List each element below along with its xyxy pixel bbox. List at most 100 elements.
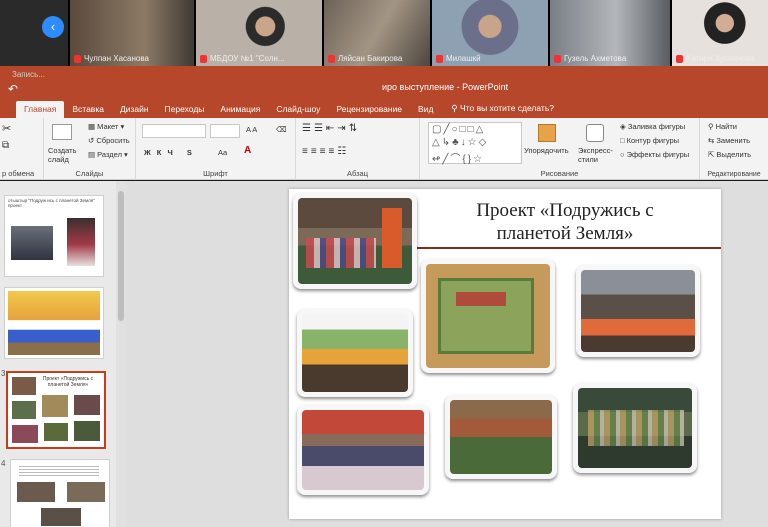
slide-thumbnail[interactable] — [4, 287, 104, 359]
copy-icon[interactable]: ⧉ — [2, 140, 9, 151]
slide-title[interactable]: Проект «Подружись с планетой Земля» — [415, 199, 715, 245]
photo-garden-beds — [578, 388, 692, 468]
slide-photo[interactable] — [573, 383, 697, 473]
photo-garden-display — [302, 314, 408, 392]
slides-group: Создать слайд ▦ Макет ▾ ↺ Сбросить ▤ Раз… — [44, 118, 136, 180]
tell-me-label: Что вы хотите сделать? — [460, 103, 554, 113]
align-icons[interactable]: ≡≡≡≡☷ — [302, 146, 349, 157]
layout-button[interactable]: ▦ Макет ▾ — [88, 122, 124, 131]
thumbnail-image — [11, 226, 53, 260]
photo-children-group — [302, 410, 424, 490]
participant-tile[interactable]: Ляйсан Бакирова — [324, 0, 432, 66]
back-arrow-icon[interactable]: ‹ — [42, 16, 64, 38]
quick-styles-button[interactable]: Экспресс-стили — [578, 146, 618, 164]
mic-muted-icon — [74, 55, 81, 63]
thumbnail-image — [74, 395, 100, 415]
thumbnail-image — [67, 482, 105, 502]
mic-muted-icon — [328, 55, 335, 63]
shapes-icons: △↳♣↓☆◇ — [432, 137, 489, 148]
tab-home[interactable]: Главная — [16, 101, 65, 118]
arrange-button[interactable]: Упорядочить — [524, 146, 569, 155]
slide-title-line: планетой Земля» — [496, 223, 634, 244]
group-label: Редактирование — [707, 171, 761, 178]
tab-review[interactable]: Рецензирование — [328, 104, 410, 118]
shape-effects-button[interactable]: ○ Эффекты фигуры — [620, 150, 689, 159]
new-slide-button[interactable]: Создать слайд — [48, 146, 82, 164]
font-size-buttons[interactable]: A A — [246, 125, 257, 134]
find-button[interactable]: ⚲ Найти — [708, 122, 737, 131]
shape-outline-button[interactable]: □ Контур фигуры — [620, 136, 679, 145]
slide-photo[interactable] — [297, 405, 429, 495]
editing-group: ⚲ Найти ⇆ Заменить ⇱ Выделить Редактиров… — [700, 118, 768, 180]
shape-fill-button[interactable]: ◈ Заливка фигуры — [620, 122, 685, 131]
title-underline — [415, 247, 721, 249]
shape-effects-label: Эффекты фигуры — [626, 150, 690, 159]
thumbnail-image — [17, 482, 55, 502]
section-button[interactable]: ▤ Раздел ▾ — [88, 150, 128, 159]
slide-photo[interactable] — [297, 309, 413, 397]
tab-view[interactable]: Вид — [410, 104, 441, 118]
slide-photo[interactable] — [293, 193, 417, 289]
font-color-icon[interactable]: A — [244, 145, 251, 156]
cut-icon[interactable]: ✂ — [2, 122, 11, 135]
slide-photo[interactable] — [445, 395, 557, 479]
shape-outline-label: Контур фигуры — [626, 136, 680, 145]
participant-tile[interactable]: Чулпан Хасанова — [70, 0, 196, 66]
tell-me-box[interactable]: ⚲ Что вы хотите сделать? — [441, 103, 554, 118]
thumbnail-scrollbar[interactable] — [116, 181, 126, 527]
select-label: Выделить — [716, 150, 751, 159]
slide-photo[interactable] — [421, 259, 555, 373]
shapes-icons: ↫╱⌒{}☆ — [432, 154, 485, 165]
arrange-icon[interactable] — [538, 124, 556, 142]
participant-name: Хатира Хусаинова — [686, 54, 755, 63]
font-name-field[interactable] — [142, 124, 206, 138]
format-buttons[interactable]: ЖКЧ S — [144, 148, 198, 157]
list-icons[interactable]: ☰☰⇤⇥⇅ — [302, 123, 360, 134]
photo-children-outdoors — [298, 198, 412, 284]
thumbnail-image — [12, 401, 36, 419]
slide-thumbnail[interactable]: отыштыр "Подруж ись с планетой Земля" пр… — [4, 195, 104, 277]
slide-photo[interactable] — [576, 265, 700, 357]
tab-design[interactable]: Дизайн — [112, 104, 157, 118]
slide-canvas[interactable]: Проект «Подружись с планетой Земля» — [289, 189, 721, 519]
ribbon: ✂ ⧉ р обмена Создать слайд ▦ Макет ▾ ↺ С… — [0, 118, 768, 180]
participant-name: МБДОУ №1 "Солн... — [210, 54, 285, 63]
case-button[interactable]: Aa — [218, 148, 227, 157]
slide-thumbnail[interactable] — [10, 459, 110, 527]
clear-format-icon[interactable]: ⌫ — [276, 125, 287, 134]
font-size-field[interactable] — [210, 124, 240, 138]
participant-name: Милашкй — [446, 54, 481, 63]
tab-animations[interactable]: Анимация — [212, 104, 268, 118]
select-button[interactable]: ⇱ Выделить — [708, 150, 751, 159]
reset-button[interactable]: ↺ Сбросить — [88, 136, 130, 145]
replace-button[interactable]: ⇆ Заменить — [708, 136, 750, 145]
new-slide-icon[interactable] — [52, 124, 72, 140]
window-title: иро выступление - PowerPoint — [382, 82, 509, 92]
replace-label: Заменить — [716, 136, 751, 145]
mic-muted-icon — [436, 55, 443, 63]
undo-icon[interactable]: ↶ — [8, 82, 18, 96]
group-label: Рисование — [540, 169, 579, 178]
clipboard-group: ✂ ⧉ р обмена — [0, 118, 44, 180]
slide-thumbnails-pane: отыштыр "Подруж ись с планетой Земля" пр… — [0, 181, 126, 527]
slide-title-line: Проект «Подружись с — [476, 200, 654, 221]
tab-slideshow[interactable]: Слайд-шоу — [268, 104, 328, 118]
participant-name: Ляйсан Бакирова — [338, 54, 403, 63]
quick-styles-icon[interactable] — [586, 124, 604, 142]
scroll-thumb[interactable] — [118, 191, 124, 321]
participant-tile[interactable]: Гузель Ахметова — [550, 0, 672, 66]
tab-transitions[interactable]: Переходы — [157, 104, 213, 118]
drawing-group: ▢╱○□□△ △↳♣↓☆◇ ↫╱⌒{}☆ Упорядочить Экспрес… — [420, 118, 700, 180]
slide-thumbnail-selected[interactable]: Проект «Подружись с планетой Земля» — [6, 371, 106, 449]
participant-tile[interactable]: МБДОУ №1 "Солн... — [196, 0, 324, 66]
thumbnail-image — [12, 425, 38, 443]
shapes-gallery[interactable]: ▢╱○□□△ △↳♣↓☆◇ ↫╱⌒{}☆ — [428, 122, 522, 165]
tab-insert[interactable]: Вставка — [64, 104, 112, 118]
thumbnail-image — [8, 291, 100, 355]
participant-name: Гузель Ахметова — [564, 54, 627, 63]
font-group: A A ⌫ ЖКЧ S Aa A Шрифт — [136, 118, 296, 180]
participant-tile[interactable]: Хатира Хусаинова — [672, 0, 768, 66]
participant-name: Чулпан Хасанова — [84, 54, 149, 63]
mic-muted-icon — [200, 55, 207, 63]
participant-tile[interactable]: Милашкй — [432, 0, 550, 66]
